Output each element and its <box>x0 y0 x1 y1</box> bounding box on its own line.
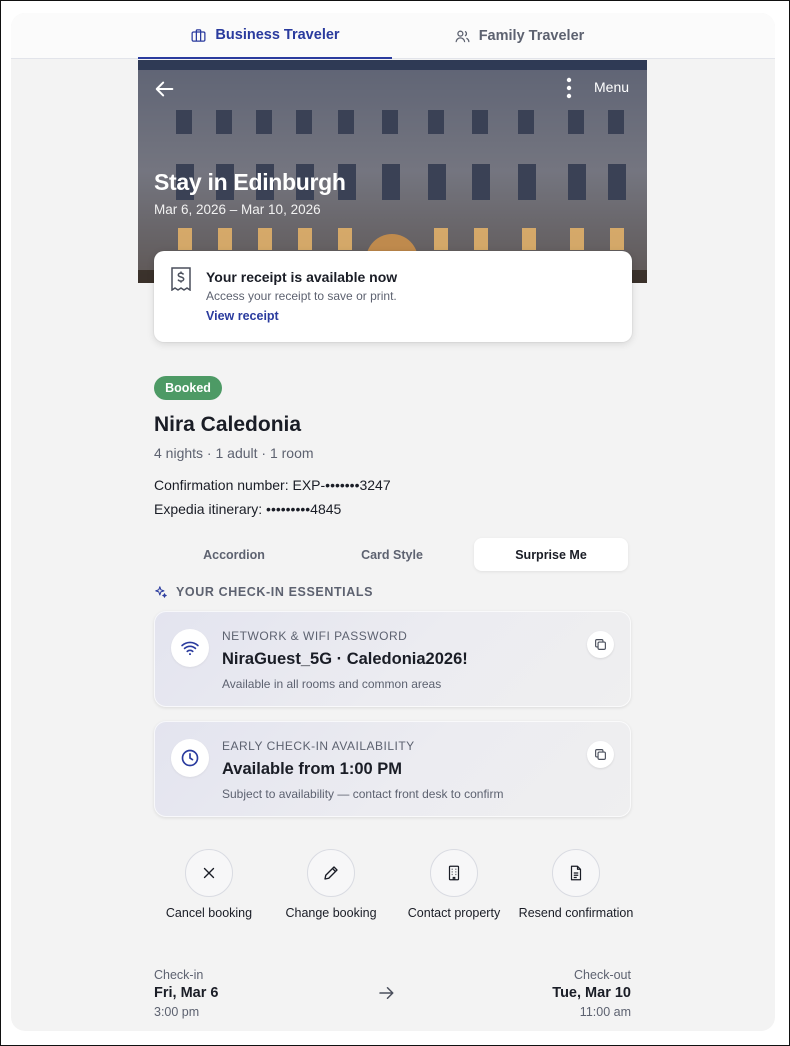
clock-icon <box>181 749 199 767</box>
hero-title: Stay in Edinburgh <box>154 169 346 195</box>
more-vertical-icon[interactable] <box>564 77 574 99</box>
wifi-icon-badge <box>171 629 209 667</box>
action-label: Change booking <box>285 906 377 920</box>
menu-button[interactable]: Menu <box>594 79 629 95</box>
change-booking-button[interactable]: Change booking <box>270 849 392 921</box>
essentials-heading: YOUR CHECK-IN ESSENTIALS <box>154 584 373 600</box>
stay-summary: 4 nights · 1 adult · 1 room <box>154 445 314 461</box>
checkout-date: Tue, Mar 10 <box>552 985 631 1001</box>
hotel-name: Nira Caledonia <box>154 413 302 436</box>
wifi-card: NETWORK & WIFI PASSWORD NiraGuest_5G · C… <box>154 611 631 707</box>
action-circle <box>430 849 478 897</box>
tab-label: Family Traveler <box>478 28 585 44</box>
itinerary-number: Expedia itinerary: •••••••••4845 <box>154 501 342 517</box>
toggle-card-style[interactable]: Card Style <box>315 538 469 571</box>
action-circle <box>552 849 600 897</box>
people-icon <box>455 30 470 42</box>
checkout-time: 11:00 am <box>579 1005 631 1019</box>
copy-wifi-button[interactable] <box>587 631 614 658</box>
tab-label: Business Traveler <box>215 27 340 43</box>
checkin-time: 3:00 pm <box>154 1005 200 1019</box>
copy-icon <box>595 639 606 650</box>
copy-checkin-button[interactable] <box>587 741 614 768</box>
view-style-toggle: Accordion Card Style Surprise Me <box>154 538 629 572</box>
toggle-surprise-me[interactable]: Surprise Me <box>474 538 628 571</box>
wifi-credentials: NiraGuest_5G · Caledonia2026! <box>222 650 468 668</box>
toggle-accordion[interactable]: Accordion <box>157 538 311 571</box>
sparkle-icon <box>155 586 167 598</box>
traveler-tab-bar: Business Traveler Family Traveler <box>11 13 775 59</box>
essentials-heading-label: YOUR CHECK-IN ESSENTIALS <box>176 585 374 599</box>
action-label: Resend confirmation <box>518 906 634 920</box>
window-frame: Business Traveler Family Traveler Menu S… <box>0 0 790 1046</box>
card-label: EARLY CHECK-IN AVAILABILITY <box>222 739 415 753</box>
status-badge: Booked <box>154 376 222 400</box>
card-note: Subject to availability — contact front … <box>222 787 504 801</box>
app-container: Business Traveler Family Traveler Menu S… <box>11 13 775 1031</box>
receipt-icon <box>171 267 191 291</box>
resend-confirmation-button[interactable]: Resend confirmation <box>515 849 637 921</box>
action-label: Contact property <box>407 906 501 920</box>
wifi-icon <box>181 641 199 656</box>
action-label: Cancel booking <box>165 906 253 920</box>
receipt-card: Your receipt is available now Access you… <box>154 251 632 342</box>
cancel-booking-button[interactable]: Cancel booking <box>148 849 270 921</box>
clock-icon-badge <box>171 739 209 777</box>
copy-icon <box>595 749 606 760</box>
document-icon <box>570 865 582 881</box>
view-receipt-link[interactable]: View receipt <box>206 309 279 323</box>
contact-property-button[interactable]: Contact property <box>393 849 515 921</box>
arrow-left-icon[interactable] <box>154 78 176 100</box>
early-checkin-time: Available from 1:00 PM <box>222 760 403 778</box>
action-circle <box>307 849 355 897</box>
confirmation-number: Confirmation number: EXP-•••••••3247 <box>154 477 391 493</box>
checkout-label: Check-out <box>574 968 631 982</box>
close-icon <box>203 867 215 879</box>
arrow-right-icon <box>379 987 394 999</box>
hero-dates: Mar 6, 2026 – Mar 10, 2026 <box>154 202 321 217</box>
card-label: NETWORK & WIFI PASSWORD <box>222 629 408 643</box>
briefcase-icon <box>191 28 206 42</box>
tab-family-traveler[interactable]: Family Traveler <box>392 13 646 59</box>
action-circle <box>185 849 233 897</box>
hero-banner: Menu Stay in Edinburgh Mar 6, 2026 – Mar… <box>138 60 647 283</box>
checkin-date: Fri, Mar 6 <box>154 985 219 1001</box>
receipt-title: Your receipt is available now <box>206 269 398 285</box>
building-icon <box>448 865 460 881</box>
checkin-label: Check-in <box>154 968 204 982</box>
tab-business-traveler[interactable]: Business Traveler <box>138 13 392 59</box>
card-note: Available in all rooms and common areas <box>222 677 442 691</box>
early-checkin-card: EARLY CHECK-IN AVAILABILITY Available fr… <box>154 721 631 817</box>
receipt-subtitle: Access your receipt to save or print. <box>206 289 397 303</box>
pencil-icon <box>324 866 338 880</box>
